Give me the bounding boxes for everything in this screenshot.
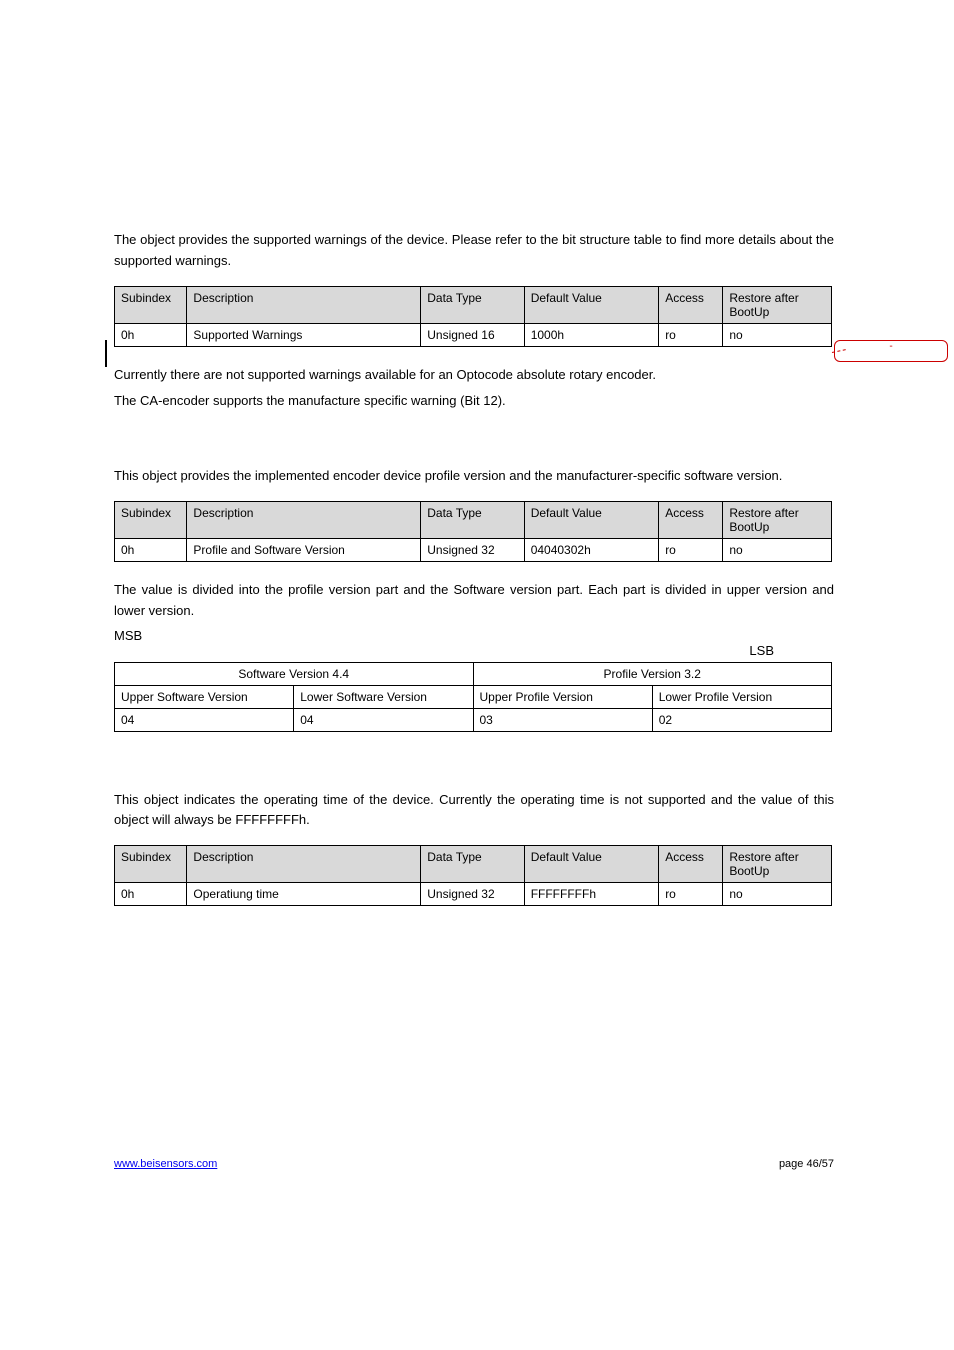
lower-sw-version-label: Lower Software Version (294, 685, 473, 708)
change-bar (105, 340, 107, 367)
table-row: Software Version 4.4 Profile Version 3.2 (115, 662, 832, 685)
lower-profile-version-value: 02 (652, 708, 831, 731)
th-description: Description (187, 846, 421, 883)
cell-datatype: Unsigned 16 (421, 323, 524, 346)
table-row: 04 04 03 02 (115, 708, 832, 731)
cell-access: ro (659, 538, 723, 561)
page-number: page 46/57 (779, 1158, 834, 1170)
th-access: Access (659, 286, 723, 323)
th-default: Default Value (524, 846, 659, 883)
lsb-label: LSB (114, 643, 774, 658)
cell-access: ro (659, 323, 723, 346)
cell-subindex: 0h (115, 323, 187, 346)
section2-note: The value is divided into the profile ve… (114, 580, 834, 622)
th-description: Description (187, 286, 421, 323)
page-footer: www.beisensors.com page 46/57 (114, 1158, 834, 1170)
th-datatype: Data Type (421, 286, 524, 323)
cell-description: Profile and Software Version (187, 538, 421, 561)
th-restore: Restore after BootUp (723, 286, 832, 323)
supported-warnings-table: Subindex Description Data Type Default V… (114, 286, 832, 347)
th-access: Access (659, 501, 723, 538)
cell-restore: no (723, 323, 832, 346)
th-access: Access (659, 846, 723, 883)
profile-version-header: Profile Version 3.2 (473, 662, 832, 685)
table-row: 0h Operatiung time Unsigned 32 FFFFFFFFh… (115, 883, 832, 906)
msb-label: MSB (114, 628, 834, 643)
th-subindex: Subindex (115, 286, 187, 323)
upper-profile-version-value: 03 (473, 708, 652, 731)
th-restore: Restore after BootUp (723, 846, 832, 883)
lower-profile-version-label: Lower Profile Version (652, 685, 831, 708)
cell-subindex: 0h (115, 538, 187, 561)
upper-profile-version-label: Upper Profile Version (473, 685, 652, 708)
th-description: Description (187, 501, 421, 538)
upper-sw-version-label: Upper Software Version (115, 685, 294, 708)
section1-intro: The object provides the supported warnin… (114, 230, 834, 272)
cell-default: 1000h (524, 323, 659, 346)
table-header-row: Subindex Description Data Type Default V… (115, 286, 832, 323)
cell-datatype: Unsigned 32 (421, 538, 524, 561)
revision-callout-text: - (889, 341, 892, 352)
cell-default: 04040302h (524, 538, 659, 561)
table-header-row: Subindex Description Data Type Default V… (115, 846, 832, 883)
table-row: 0h Profile and Software Version Unsigned… (115, 538, 832, 561)
cell-restore: no (723, 538, 832, 561)
operating-time-table: Subindex Description Data Type Default V… (114, 845, 832, 906)
table-row: Upper Software Version Lower Software Ve… (115, 685, 832, 708)
th-restore: Restore after BootUp (723, 501, 832, 538)
th-datatype: Data Type (421, 501, 524, 538)
cell-restore: no (723, 883, 832, 906)
upper-sw-version-value: 04 (115, 708, 294, 731)
table-header-row: Subindex Description Data Type Default V… (115, 501, 832, 538)
cell-subindex: 0h (115, 883, 187, 906)
section3-intro: This object indicates the operating time… (114, 790, 834, 832)
section1-note2: The CA-encoder supports the manufacture … (114, 391, 834, 412)
th-subindex: Subindex (115, 846, 187, 883)
table-row: 0h Supported Warnings Unsigned 16 1000h … (115, 323, 832, 346)
page: - The object provides the supported warn… (0, 0, 954, 1350)
section2-intro: This object provides the implemented enc… (114, 466, 834, 487)
profile-version-table: Subindex Description Data Type Default V… (114, 501, 832, 562)
sw-version-header: Software Version 4.4 (115, 662, 474, 685)
section1-note1: Currently there are not supported warnin… (114, 365, 834, 386)
th-default: Default Value (524, 501, 659, 538)
footer-link[interactable]: www.beisensors.com (114, 1158, 217, 1170)
cell-default: FFFFFFFFh (524, 883, 659, 906)
cell-description: Operatiung time (187, 883, 421, 906)
version-breakdown-table: Software Version 4.4 Profile Version 3.2… (114, 662, 832, 732)
th-default: Default Value (524, 286, 659, 323)
cell-access: ro (659, 883, 723, 906)
cell-datatype: Unsigned 32 (421, 883, 524, 906)
th-subindex: Subindex (115, 501, 187, 538)
revision-callout: - (834, 340, 948, 362)
content-area: The object provides the supported warnin… (114, 230, 834, 924)
lower-sw-version-value: 04 (294, 708, 473, 731)
cell-description: Supported Warnings (187, 323, 421, 346)
th-datatype: Data Type (421, 846, 524, 883)
